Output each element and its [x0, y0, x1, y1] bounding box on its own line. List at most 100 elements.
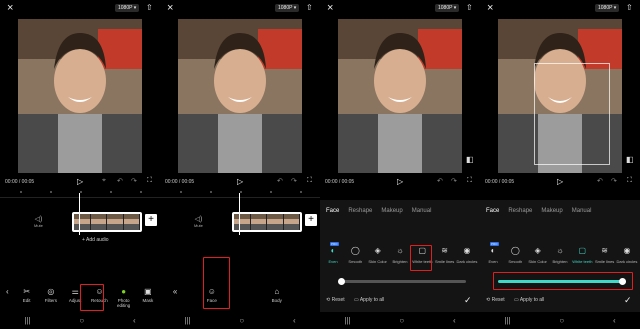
feature-white-teeth[interactable]: ▢ White teeth [571, 246, 593, 265]
home-icon[interactable]: ○ [239, 316, 244, 325]
tab-manual[interactable]: Manual [572, 208, 592, 214]
play-icon[interactable]: ▷ [557, 177, 563, 186]
play-icon[interactable]: ▷ [397, 177, 403, 186]
feature-brighten[interactable]: ☼ Brighten [549, 246, 571, 265]
feature-even[interactable]: ◐ Even [322, 247, 344, 265]
redo-icon[interactable]: ↷ [611, 177, 617, 185]
play-icon[interactable]: ▷ [237, 177, 243, 186]
tab-reshape[interactable]: Reshape [508, 208, 532, 214]
mute-button[interactable]: ◁) Mute [34, 215, 43, 228]
add-clip-button[interactable]: + [145, 214, 157, 226]
playhead[interactable] [239, 193, 240, 235]
mute-icon: ◁) [194, 216, 203, 223]
toolbar-back-button[interactable]: « [160, 284, 190, 312]
undo-icon[interactable]: ↶ [117, 177, 123, 185]
close-icon[interactable]: × [487, 2, 493, 14]
tab-reshape[interactable]: Reshape [348, 208, 372, 214]
tab-makeup[interactable]: Makeup [381, 208, 402, 214]
even-icon: ◐ [490, 246, 496, 255]
fullscreen-icon[interactable]: ⛶ [467, 177, 472, 185]
play-icon[interactable]: ▷ [77, 177, 83, 186]
undo-icon[interactable]: ↶ [437, 177, 443, 185]
filters-button[interactable]: ◎ Filters [39, 284, 63, 312]
video-clip[interactable] [72, 212, 142, 232]
redo-icon[interactable]: ↷ [451, 177, 457, 185]
redo-icon[interactable]: ↷ [291, 177, 297, 185]
resolution-dropdown[interactable]: 1080P ▾ [115, 4, 140, 12]
tooth-icon: ▢ [578, 246, 587, 255]
add-clip-button[interactable]: + [305, 214, 317, 226]
preview-image [18, 19, 142, 173]
feature-dark-circles[interactable]: ◉ Dark circles [456, 247, 478, 265]
feature-even[interactable]: ◐ Even [482, 246, 504, 265]
compare-icon[interactable]: ◧ [626, 155, 634, 164]
feature-brighten[interactable]: ☼ Brighten [389, 247, 411, 265]
feature-skin-color[interactable]: ◈ Skin Color [527, 247, 549, 265]
undo-icon[interactable]: ↶ [597, 177, 603, 185]
recents-icon[interactable]: ||| [504, 316, 510, 325]
export-icon[interactable]: ⇧ [466, 3, 473, 12]
recents-icon[interactable]: ||| [184, 316, 190, 325]
export-icon[interactable]: ⇧ [306, 3, 313, 12]
tab-face[interactable]: Face [326, 208, 339, 214]
screen-4-white-teeth-applied: × 1080P ▾ ⇧ ◧ 00:00 / 00:05 ▷ ↶ ↷ ⛶ Face… [480, 0, 640, 329]
face-highlight [203, 257, 230, 309]
close-icon[interactable]: × [327, 2, 333, 14]
back-icon[interactable]: ‹ [613, 316, 616, 325]
playhead[interactable] [79, 193, 80, 235]
slider-knob[interactable] [338, 277, 345, 285]
undo-icon[interactable]: ↶ [277, 177, 283, 185]
compare-icon[interactable]: ◧ [466, 155, 474, 164]
recents-icon[interactable]: ||| [24, 316, 30, 325]
close-icon[interactable]: × [7, 2, 13, 14]
mute-button[interactable]: ◁) Mute [194, 215, 203, 228]
feature-smile-lines[interactable]: ≋ Smile lines [434, 247, 456, 265]
body-icon: ⌂ [274, 287, 280, 296]
keyframe-icon[interactable]: ⌖ [102, 177, 106, 185]
close-icon[interactable]: × [167, 2, 173, 14]
resolution-dropdown[interactable]: 1080P ▾ [435, 4, 460, 12]
brighten-icon: ☼ [556, 246, 564, 255]
resolution-dropdown[interactable]: 1080P ▾ [595, 4, 620, 12]
mask-button[interactable]: ▣ Mask [136, 284, 160, 312]
fullscreen-icon[interactable]: ⛶ [307, 177, 312, 185]
export-icon[interactable]: ⇧ [626, 3, 633, 12]
tab-makeup[interactable]: Makeup [541, 208, 562, 214]
photo-editing-button[interactable]: ● Photo editing [112, 284, 136, 312]
confirm-icon[interactable]: ✓ [624, 295, 632, 306]
feature-smooth[interactable]: ◯ Smooth [344, 247, 366, 265]
redo-icon[interactable]: ↷ [131, 177, 137, 185]
add-audio-button[interactable]: + Add audio [82, 237, 109, 243]
recents-icon[interactable]: ||| [344, 316, 350, 325]
home-icon[interactable]: ○ [79, 316, 84, 325]
tab-manual[interactable]: Manual [412, 208, 432, 214]
apply-to-all-button[interactable]: ▭ Apply to all [354, 297, 384, 303]
top-bar: × 1080P ▾ ⇧ [480, 0, 640, 18]
smooth-icon: ◯ [510, 246, 520, 255]
feature-dark-circles[interactable]: ◉ Dark circles [616, 247, 638, 265]
intensity-slider[interactable] [338, 277, 466, 285]
edit-button[interactable]: ✂ Edit [15, 284, 39, 312]
resolution-dropdown[interactable]: 1080P ▾ [275, 4, 300, 12]
home-icon[interactable]: ○ [559, 316, 564, 325]
back-icon[interactable]: ‹ [293, 316, 296, 325]
fullscreen-icon[interactable]: ⛶ [627, 177, 632, 185]
tab-face[interactable]: Face [486, 208, 499, 214]
feature-smooth[interactable]: ◯ Smooth [504, 246, 526, 265]
confirm-icon[interactable]: ✓ [464, 295, 472, 306]
white-teeth-highlight [410, 245, 432, 271]
reset-button[interactable]: ⟲ Reset [326, 297, 345, 303]
system-nav: ||| ○ ‹ [480, 312, 640, 329]
reset-button[interactable]: ⟲ Reset [486, 297, 505, 303]
back-icon[interactable]: ‹ [133, 316, 136, 325]
apply-to-all-button[interactable]: ▭ Apply to all [514, 297, 544, 303]
body-button[interactable]: ⌂ Body [234, 284, 320, 312]
home-icon[interactable]: ○ [399, 316, 404, 325]
feature-skin-color[interactable]: ◈ Skin Color [367, 247, 389, 265]
video-clip[interactable] [232, 212, 302, 232]
toolbar-back-button[interactable]: ‹ [0, 284, 15, 312]
export-icon[interactable]: ⇧ [146, 3, 153, 12]
fullscreen-icon[interactable]: ⛶ [147, 177, 152, 185]
feature-smile-lines[interactable]: ≋ Smile lines [594, 247, 616, 265]
back-icon[interactable]: ‹ [453, 316, 456, 325]
